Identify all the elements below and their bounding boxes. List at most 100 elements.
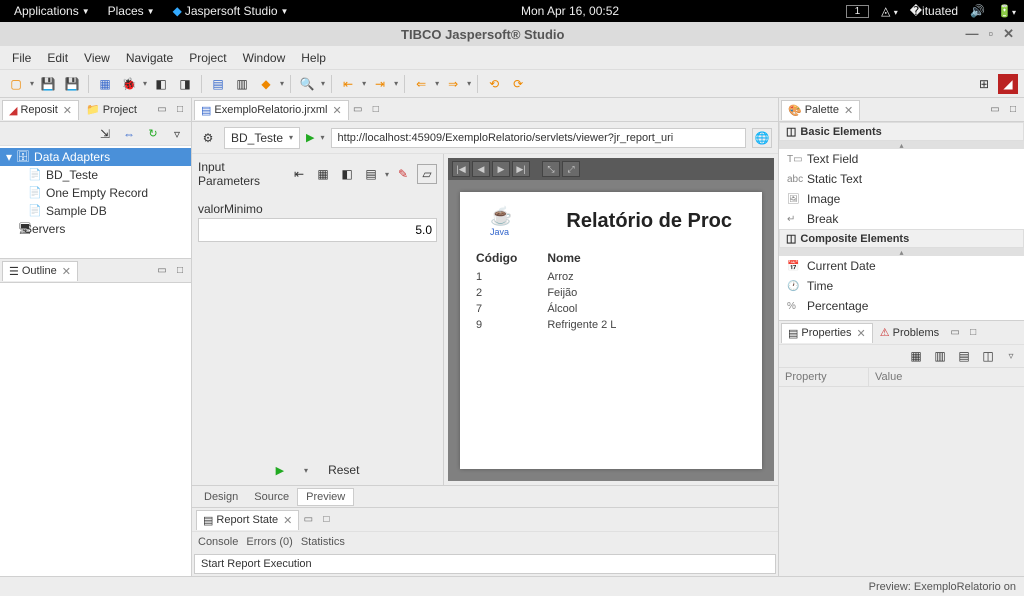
first-page-button[interactable]: |◀ [452,161,470,177]
minimize-icon[interactable]: ▭ [351,103,365,117]
minimize-button[interactable]: — [965,26,978,42]
props-btn-1[interactable]: ▦ [906,346,926,366]
palette-image[interactable]: 🖼Image [779,189,1024,209]
tab-design[interactable]: Design [196,489,246,505]
app-indicator[interactable]: ◆Jaspersoft Studio▼ [167,4,295,18]
view-menu-icon[interactable]: ▿ [167,124,187,144]
scroll-up-icon[interactable]: ▴ [779,141,1024,149]
palette-tab[interactable]: 🎨Palette✕ [781,100,860,120]
forward-button[interactable]: ⇒ [443,74,463,94]
a11y-icon[interactable]: ◬ ▾ [881,4,898,18]
param-btn-2[interactable]: ▦ [313,164,333,184]
maximize-button[interactable]: ▫ [988,26,993,42]
property-column[interactable]: Property [779,368,869,386]
workspace-badge[interactable]: 1 [846,5,870,18]
palette-current-date[interactable]: 📅Current Date [779,256,1024,276]
outline-tab[interactable]: ☰Outline✕ [2,261,78,281]
menu-edit[interactable]: Edit [39,48,76,68]
menu-help[interactable]: Help [293,48,334,68]
rs-errors[interactable]: Errors (0) [246,536,292,548]
minimize-icon[interactable]: ▭ [988,103,1002,117]
view-menu-icon[interactable]: ▿ [1004,349,1018,363]
collapse-button[interactable]: ⇲ [95,124,115,144]
param-value-input[interactable] [198,218,437,242]
search-button[interactable]: 🔍 [297,74,317,94]
project-tab[interactable]: 📁Project [79,99,144,120]
maximize-icon[interactable]: □ [173,103,187,117]
report-state-tab[interactable]: ▤Report State✕ [196,510,299,530]
maximize-icon[interactable]: □ [319,513,333,527]
run-dropdown[interactable]: ▾ [304,466,308,475]
applications-menu[interactable]: Applications▼ [8,4,96,18]
wifi-icon[interactable]: �ituated [910,4,958,18]
tree-item-empty[interactable]: 📄One Empty Record [0,184,191,202]
param-btn-edit[interactable]: ✎ [393,164,413,184]
tab-preview[interactable]: Preview [297,488,354,506]
maximize-icon[interactable]: □ [966,326,980,340]
props-btn-2[interactable]: ▥ [930,346,950,366]
close-icon[interactable]: ✕ [62,265,71,278]
battery-icon[interactable]: 🔋▾ [997,4,1016,18]
param-btn-4[interactable]: ▤ [361,164,381,184]
debug-button[interactable]: 🐞 [119,74,139,94]
undo-hist-button[interactable]: ⟲ [484,74,504,94]
run-button[interactable]: ▶ [306,131,314,144]
nav-button-2[interactable]: ⇥ [370,74,390,94]
preview-url-field[interactable]: http://localhost:45909/ExemploRelatorio/… [331,128,746,148]
refresh-button[interactable]: ↻ [143,124,163,144]
palette-break[interactable]: ↵Break [779,209,1024,229]
minimize-icon[interactable]: ▭ [155,103,169,117]
close-button[interactable]: ✕ [1003,26,1014,42]
tree-item-sampledb[interactable]: 📄Sample DB [0,202,191,220]
repository-tree[interactable]: ▾🗄Data Adapters 📄BD_Teste 📄One Empty Rec… [0,146,191,258]
volume-icon[interactable]: 🔊 [970,4,985,18]
tab-source[interactable]: Source [246,489,297,505]
places-menu[interactable]: Places▼ [102,4,161,18]
redo-hist-button[interactable]: ⟳ [508,74,528,94]
rs-console[interactable]: Console [198,536,238,548]
perspective-open[interactable]: ⊞ [974,74,994,94]
reset-button[interactable]: Reset [328,463,359,477]
value-column[interactable]: Value [869,368,908,386]
build-button[interactable]: ▦ [95,74,115,94]
new-button[interactable]: ▢ [6,74,26,94]
run-params-button[interactable]: ▶ [276,464,284,477]
browser-button[interactable]: 🌐 [752,128,772,148]
datasource-combo[interactable]: BD_Teste▾ [224,127,300,149]
dataset-button[interactable]: ▤ [208,74,228,94]
maximize-icon[interactable]: □ [369,103,383,117]
param-btn-1[interactable]: ⇤ [289,164,309,184]
palette-percentage[interactable]: %Percentage [779,296,1024,316]
close-icon[interactable]: ✕ [63,104,72,117]
props-btn-3[interactable]: ▤ [954,346,974,366]
tree-item-bdteste[interactable]: 📄BD_Teste [0,166,191,184]
menu-view[interactable]: View [76,48,118,68]
clock[interactable]: Mon Apr 16, 00:52 [294,4,845,18]
palette-text-field[interactable]: T▭Text Field [779,149,1024,169]
close-icon[interactable]: ✕ [333,104,342,117]
tool-icon-1[interactable]: ◧ [151,74,171,94]
menu-navigate[interactable]: Navigate [118,48,181,68]
perspective-jasper[interactable]: ◢ [998,74,1018,94]
tree-servers[interactable]: 🖥Servers [0,220,191,238]
link-button[interactable]: ⇔ [119,124,139,144]
maximize-icon[interactable]: □ [173,264,187,278]
minimize-icon[interactable]: ▭ [301,513,315,527]
tree-data-adapters[interactable]: ▾🗄Data Adapters [0,148,191,166]
minimize-icon[interactable]: ▭ [948,326,962,340]
menu-window[interactable]: Window [235,48,294,68]
next-page-button[interactable]: ▶ [492,161,510,177]
fit-page-button[interactable]: ⤡ [542,161,560,177]
back-button[interactable]: ⇐ [411,74,431,94]
properties-tab[interactable]: ▤Properties✕ [781,323,873,343]
menu-file[interactable]: File [4,48,39,68]
problems-tab[interactable]: ⚠Problems [873,322,946,343]
param-btn-5[interactable]: ▱ [417,164,437,184]
tool-icon-4[interactable]: ◆ [256,74,276,94]
repository-tab[interactable]: ◢Reposit✕ [2,100,79,120]
palette-time[interactable]: 🕐Time [779,276,1024,296]
last-page-button[interactable]: ▶| [512,161,530,177]
prev-page-button[interactable]: ◀ [472,161,490,177]
save-button[interactable]: 💾 [38,74,58,94]
rs-stats[interactable]: Statistics [301,536,345,548]
